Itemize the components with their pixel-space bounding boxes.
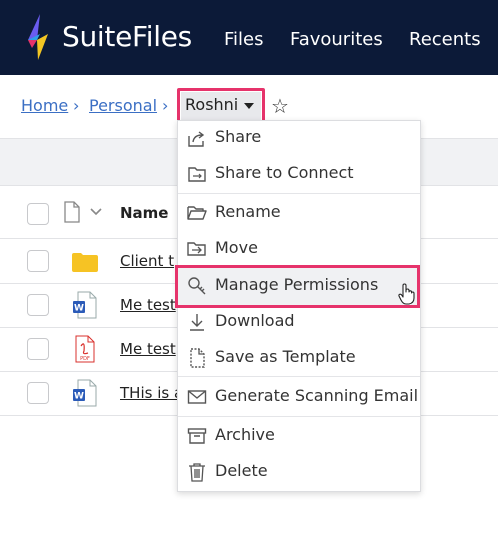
trash-icon	[189, 463, 205, 482]
envelope-icon	[187, 390, 207, 404]
folder-open-icon	[187, 206, 207, 220]
menu-item-label: Generate Scanning Email	[215, 386, 419, 405]
download-icon	[190, 314, 204, 331]
chevron-right-icon: ›	[162, 96, 169, 115]
menu-item-manage-permissions[interactable]: Manage Permissions	[178, 269, 420, 305]
caret-down-icon[interactable]	[244, 103, 254, 109]
file-type-icon	[64, 201, 80, 223]
word-doc-icon: W	[73, 291, 97, 319]
column-header-name[interactable]: Name	[120, 204, 168, 222]
svg-text:PDF: PDF	[80, 356, 90, 362]
nav-recents[interactable]: Recents	[409, 29, 481, 50]
star-icon[interactable]: ☆	[271, 94, 289, 118]
menu-item-move[interactable]: Move	[178, 232, 420, 266]
archive-icon	[187, 428, 207, 444]
menu-item-label: Delete	[215, 461, 268, 480]
menu-item-label: Save as Template	[215, 347, 356, 366]
key-icon	[188, 277, 206, 295]
menu-item-label: Share to Connect	[215, 163, 354, 182]
nav-favourites[interactable]: Favourites	[290, 29, 383, 50]
top-bar: SuiteFiles Files Favourites Recents	[0, 0, 498, 75]
word-doc-icon: W	[73, 379, 97, 407]
share-connect-icon	[188, 167, 206, 182]
menu-divider	[178, 376, 420, 377]
chevron-right-icon: ›	[73, 96, 80, 115]
menu-item-download[interactable]: Download	[178, 305, 420, 339]
chevron-down-icon[interactable]	[90, 208, 102, 216]
menu-item-share-to-connect[interactable]: Share to Connect	[178, 157, 420, 191]
menu-item-archive[interactable]: Archive	[178, 419, 420, 453]
row-checkbox[interactable]	[27, 294, 49, 316]
menu-item-rename[interactable]: Rename	[178, 196, 420, 230]
file-name[interactable]: Me test	[120, 296, 176, 314]
nav-files[interactable]: Files	[224, 29, 264, 50]
file-name[interactable]: Me test	[120, 340, 176, 358]
pdf-icon: PDF	[75, 335, 95, 363]
menu-item-save-as-template[interactable]: Save as Template	[178, 341, 420, 375]
menu-item-label: Rename	[215, 202, 281, 221]
brand-name[interactable]: SuiteFiles	[62, 20, 192, 53]
menu-item-label: Download	[215, 311, 295, 330]
menu-item-label: Archive	[215, 425, 275, 444]
share-icon	[188, 131, 205, 147]
svg-text:W: W	[74, 304, 84, 314]
menu-item-label: Move	[215, 238, 258, 257]
hand-pointer-icon	[398, 283, 415, 305]
row-checkbox[interactable]	[27, 382, 49, 404]
menu-divider	[178, 416, 420, 417]
menu-item-generate-scanning-email[interactable]: Generate Scanning Email	[178, 380, 420, 414]
row-checkbox[interactable]	[27, 250, 49, 272]
menu-item-share[interactable]: Share	[178, 121, 420, 155]
menu-item-label: Manage Permissions	[215, 275, 379, 294]
folder-icon	[72, 253, 98, 272]
suitefiles-logo-icon[interactable]	[24, 14, 52, 60]
file-name[interactable]: THis is a	[120, 384, 183, 402]
breadcrumb-personal[interactable]: Personal	[89, 96, 157, 115]
menu-divider	[178, 193, 420, 194]
menu-item-delete[interactable]: Delete	[178, 455, 420, 489]
move-icon	[187, 242, 206, 256]
breadcrumb-home[interactable]: Home	[21, 96, 68, 115]
svg-text:W: W	[74, 392, 84, 402]
template-icon	[190, 348, 205, 368]
file-name[interactable]: Client t	[120, 252, 174, 270]
menu-item-label: Share	[215, 127, 262, 146]
row-checkbox[interactable]	[27, 338, 49, 360]
select-all-checkbox[interactable]	[27, 203, 49, 225]
